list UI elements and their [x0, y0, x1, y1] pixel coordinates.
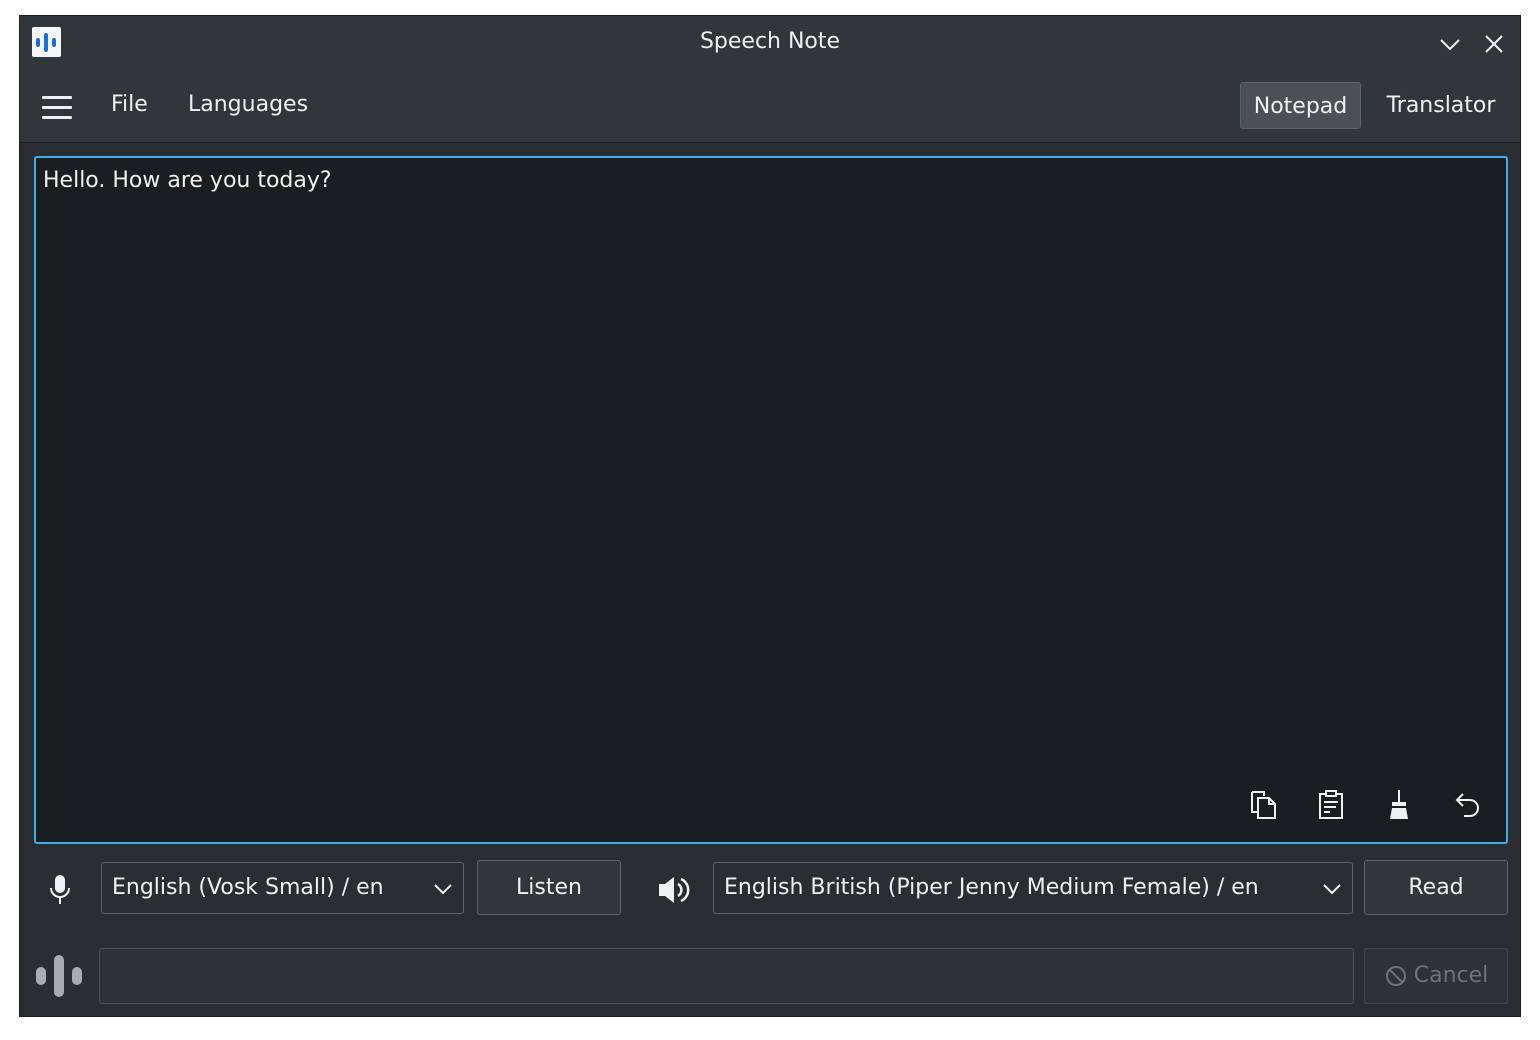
status-field	[99, 948, 1354, 1004]
menu-bar: File Languages Notepad Translator	[20, 72, 1520, 143]
stt-model-value: English (Vosk Small) / en	[112, 875, 384, 900]
copy-button[interactable]	[1247, 788, 1281, 822]
menu-languages[interactable]: Languages	[188, 92, 308, 117]
speaker-icon	[657, 873, 691, 907]
window-title: Speech Note	[699, 29, 841, 54]
stt-model-select[interactable]: English (Vosk Small) / en	[101, 862, 464, 914]
note-text: Hello. How are you today?	[43, 168, 332, 193]
close-button[interactable]	[1480, 30, 1508, 58]
read-button[interactable]: Read	[1364, 860, 1508, 915]
tts-voice-select[interactable]: English British (Piper Jenny Medium Fema…	[713, 862, 1353, 914]
chevron-down-icon	[1440, 39, 1460, 51]
title-bar: Speech Note	[20, 16, 1520, 72]
clear-button[interactable]	[1382, 788, 1416, 822]
clipboard-icon	[1319, 790, 1343, 819]
undo-button[interactable]	[1450, 788, 1484, 822]
undo-icon	[1455, 793, 1479, 817]
tab-notepad[interactable]: Notepad	[1240, 82, 1361, 129]
tts-voice-value: English British (Piper Jenny Medium Fema…	[724, 875, 1259, 900]
chevron-down-icon	[434, 884, 452, 895]
audio-level-icon	[35, 953, 85, 999]
cancel-label: Cancel	[1413, 963, 1489, 988]
broom-icon	[1390, 790, 1408, 819]
paste-button[interactable]	[1314, 788, 1348, 822]
microphone-icon	[46, 873, 74, 907]
listen-button[interactable]: Listen	[477, 860, 621, 915]
cancel-button[interactable]: Cancel	[1364, 948, 1508, 1004]
hamburger-menu-icon[interactable]	[42, 96, 72, 119]
tab-translator[interactable]: Translator	[1376, 82, 1506, 129]
minimize-button[interactable]	[1436, 30, 1464, 58]
close-icon	[1485, 35, 1503, 53]
chevron-down-icon	[1323, 884, 1341, 895]
copy-icon	[1251, 791, 1276, 819]
note-text-area[interactable]: Hello. How are you today?	[34, 156, 1508, 844]
menu-file[interactable]: File	[111, 92, 148, 117]
cancel-icon	[1385, 966, 1406, 986]
app-window: Speech Note File Languages Notepad Trans…	[19, 15, 1521, 1017]
